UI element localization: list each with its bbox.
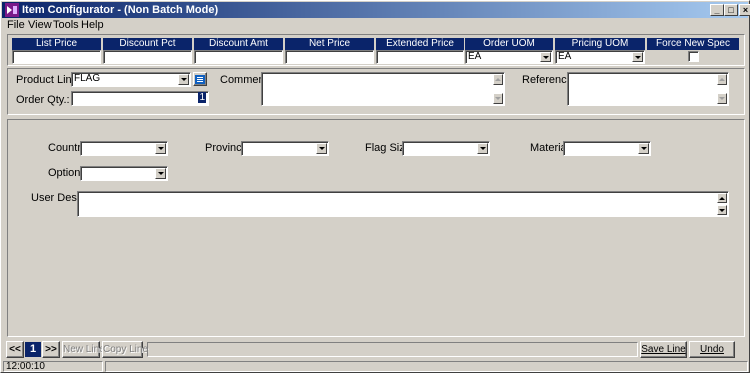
menu-view[interactable]: View [28,19,52,31]
next-line-button[interactable]: >> [42,341,60,358]
scroll-up-icon[interactable] [493,74,503,85]
chevron-down-icon[interactable] [632,52,643,62]
order-qty-label: Order Qty.: [16,94,70,106]
discount-pct-field[interactable] [103,50,192,64]
discount-amt-field[interactable] [194,50,283,64]
scroll-down-icon[interactable] [717,205,727,215]
scroll-up-icon[interactable] [717,74,727,85]
net-price-header: Net Price [285,38,374,50]
scroll-down-icon[interactable] [717,93,727,104]
menu-tools[interactable]: Tools [53,19,79,31]
order-uom-header: Order UOM [465,38,553,50]
net-price-field[interactable] [285,50,374,64]
maximize-icon[interactable]: □ [724,4,738,16]
force-new-spec-header: Force New Spec [647,38,739,50]
list-icon [195,75,205,84]
prev-line-button[interactable]: << [6,341,24,358]
chevron-down-icon[interactable] [477,143,488,154]
chevron-down-icon[interactable] [178,74,189,85]
country-select[interactable] [80,141,168,156]
new-line-button[interactable]: New Line [62,341,105,358]
list-price-header: List Price [12,38,101,50]
product-line-lookup-button[interactable] [193,72,207,86]
progress-bar [147,342,638,357]
order-uom-value: EA [468,51,482,62]
scroll-down-icon[interactable] [493,93,503,104]
minimize-icon[interactable]: _ [710,4,724,16]
line-page-indicator: 1 [25,342,41,357]
app-icon [5,3,19,17]
extended-price-field[interactable] [376,50,464,64]
chevron-down-icon[interactable] [540,52,551,62]
undo-button[interactable]: Undo [689,341,735,358]
copy-line-button[interactable]: Copy Line [102,341,148,358]
flag-size-select[interactable] [402,141,490,156]
window-title: Item Configurator - (Non Batch Mode) [22,4,219,16]
options-select[interactable] [80,166,168,181]
material-select[interactable] [563,141,651,156]
chevron-down-icon[interactable] [316,143,327,154]
item-configurator-window: Item Configurator - (Non Batch Mode) _ □… [0,0,750,373]
order-qty-value: 1 [198,92,206,103]
discount-amt-header: Discount Amt [194,38,283,50]
chevron-down-icon[interactable] [155,143,166,154]
chevron-down-icon[interactable] [155,168,166,179]
province-select[interactable] [241,141,329,156]
menu-file[interactable]: File [7,19,25,31]
list-price-field[interactable] [12,50,101,64]
status-message [105,361,748,372]
discount-pct-header: Discount Pct [103,38,192,50]
title-bar[interactable]: Item Configurator - (Non Batch Mode) _ □… [2,2,750,18]
scroll-up-icon[interactable] [717,193,727,203]
pricing-uom-select[interactable]: EA [555,50,645,64]
user-descrip-textarea[interactable] [77,191,729,217]
extended-price-header: Extended Price [376,38,464,50]
reference-textarea[interactable] [567,72,729,106]
product-line-value: FLAG [74,73,101,84]
pricing-uom-header: Pricing UOM [555,38,645,50]
save-line-button[interactable]: Save Line [640,341,687,358]
menu-help[interactable]: Help [81,19,104,31]
product-line-select[interactable]: FLAG [71,72,191,87]
pricing-uom-value: EA [558,51,572,62]
order-qty-field[interactable]: 1 [71,91,209,106]
status-time: 12:00:10 [3,361,103,372]
chevron-down-icon[interactable] [638,143,649,154]
force-new-spec-checkbox[interactable] [688,51,699,62]
close-icon[interactable]: × [739,4,750,16]
comment-textarea[interactable] [261,72,505,106]
order-uom-select[interactable]: EA [465,50,553,64]
